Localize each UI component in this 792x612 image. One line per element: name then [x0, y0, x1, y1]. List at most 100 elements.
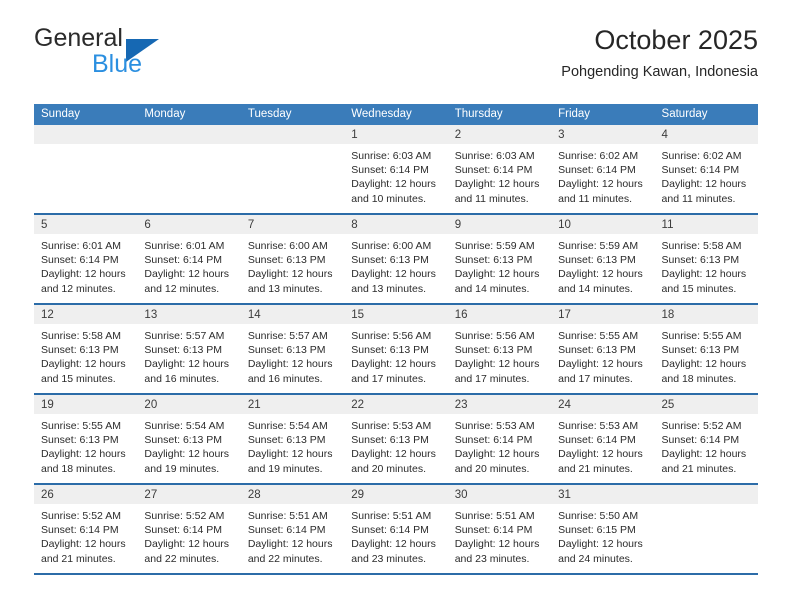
- calendar-day-cell[interactable]: 23 Sunrise: 5:53 AM Sunset: 6:14 PM Dayligh…: [447, 395, 552, 483]
- day-detail-line: Daylight: 12 hours: [661, 358, 747, 371]
- day-details: Sunrise: 5:56 AM Sunset: 6:13 PM Daylight:…: [344, 324, 447, 386]
- calendar-day-cell[interactable]: 21 Sunrise: 5:54 AM Sunset: 6:13 PM Dayligh…: [240, 395, 345, 483]
- day-detail-line: Sunrise: 5:52 AM: [661, 420, 742, 432]
- day-number-band: 24: [551, 395, 655, 414]
- day-number-band: 19: [34, 395, 138, 414]
- calendar-day-cell[interactable]: 10 Sunrise: 5:59 AM Sunset: 6:13 PM Dayligh…: [551, 215, 655, 303]
- calendar-day-cell[interactable]: 12 Sunrise: 5:58 AM Sunset: 6:13 PM Dayligh…: [34, 305, 138, 393]
- calendar-week-row: 19 Sunrise: 5:55 AM Sunset: 6:13 PM Dayligh…: [34, 395, 758, 485]
- day-number: 2: [454, 129, 462, 141]
- calendar-day-cell[interactable]: 28 Sunrise: 5:51 AM Sunset: 6:14 PM Dayligh…: [240, 485, 345, 573]
- calendar-day-cell[interactable]: 7 Sunrise: 6:00 AM Sunset: 6:13 PM Daylight…: [240, 215, 345, 303]
- day-detail-line: Daylight: 12 hours: [454, 178, 540, 191]
- day-detail-line: Daylight: 12 hours: [41, 358, 126, 371]
- calendar-day-cell[interactable]: 14 Sunrise: 5:57 AM Sunset: 6:13 PM Dayligh…: [240, 305, 345, 393]
- calendar-day-cell[interactable]: 27 Sunrise: 5:52 AM Sunset: 6:14 PM Dayligh…: [137, 485, 241, 573]
- calendar-day-cell[interactable]: 11 Sunrise: 5:58 AM Sunset: 6:13 PM Dayligh…: [654, 215, 758, 303]
- day-detail-line: Daylight: 12 hours: [351, 268, 436, 281]
- day-detail-line: Sunset: 6:13 PM: [247, 434, 326, 447]
- day-detail-line: Sunset: 6:14 PM: [144, 524, 223, 537]
- day-detail-line: Sunrise: 6:02 AM: [558, 150, 639, 162]
- day-number: 9: [454, 219, 462, 231]
- calendar-day-cell[interactable]: 1 Sunrise: 6:03 AM Sunset: 6:14 PM Daylight…: [344, 125, 448, 213]
- day-number: 3: [558, 129, 565, 141]
- weekday-header-sunday: Sunday: [41, 108, 81, 120]
- day-number: 10: [558, 219, 571, 231]
- calendar-day-cell[interactable]: 31 Sunrise: 5:50 AM Sunset: 6:15 PM Dayligh…: [551, 485, 655, 573]
- day-detail-line: and 20 minutes.: [351, 462, 426, 475]
- day-detail-line: and 16 minutes.: [247, 372, 323, 385]
- calendar-day-cell[interactable]: 9 Sunrise: 5:59 AM Sunset: 6:13 PM Daylight…: [447, 215, 552, 303]
- calendar-day-cell[interactable]: 15 Sunrise: 5:56 AM Sunset: 6:13 PM Dayligh…: [344, 305, 448, 393]
- day-number: 17: [558, 309, 571, 321]
- day-detail-line: Sunrise: 5:53 AM: [351, 420, 432, 432]
- day-details: [241, 144, 344, 149]
- day-number: 25: [661, 399, 675, 411]
- day-detail-line: Daylight: 12 hours: [661, 448, 747, 461]
- logo-text-blue: Blue: [92, 50, 143, 78]
- calendar-day-cell[interactable]: 20 Sunrise: 5:54 AM Sunset: 6:13 PM Dayligh…: [137, 395, 241, 483]
- day-number: 12: [41, 309, 54, 321]
- day-detail-line: Daylight: 12 hours: [41, 448, 126, 461]
- day-number-band: 17: [551, 305, 655, 324]
- calendar-day-cell[interactable]: 29 Sunrise: 5:51 AM Sunset: 6:14 PM Dayligh…: [344, 485, 448, 573]
- day-detail-line: Daylight: 12 hours: [558, 358, 643, 371]
- calendar-day-cell[interactable]: 4 Sunrise: 6:02 AM Sunset: 6:14 PM Daylight…: [654, 125, 758, 213]
- day-detail-line: Sunrise: 5:52 AM: [144, 510, 225, 522]
- calendar-day-cell[interactable]: 25 Sunrise: 5:52 AM Sunset: 6:14 PM Dayligh…: [654, 395, 758, 483]
- calendar-day-cell[interactable]: 22 Sunrise: 5:53 AM Sunset: 6:13 PM Dayligh…: [344, 395, 448, 483]
- calendar-day-cell[interactable]: 6 Sunrise: 6:01 AM Sunset: 6:14 PM Daylight…: [137, 215, 241, 303]
- day-number: 7: [247, 219, 255, 231]
- day-detail-line: Daylight: 12 hours: [454, 448, 540, 461]
- day-number-band: 23: [447, 395, 552, 414]
- day-detail-line: and 17 minutes.: [454, 372, 530, 385]
- day-number-band: 14: [240, 305, 345, 324]
- day-detail-line: Sunset: 6:13 PM: [247, 254, 326, 267]
- calendar-day-cell-empty: [34, 125, 138, 213]
- calendar-day-cell[interactable]: 18 Sunrise: 5:55 AM Sunset: 6:13 PM Dayligh…: [654, 305, 758, 393]
- day-number: 13: [144, 309, 158, 321]
- calendar-day-cell[interactable]: 17 Sunrise: 5:55 AM Sunset: 6:13 PM Dayligh…: [551, 305, 655, 393]
- day-detail-line: Sunrise: 6:01 AM: [41, 240, 121, 252]
- calendar-day-cell[interactable]: 13 Sunrise: 5:57 AM Sunset: 6:13 PM Dayligh…: [137, 305, 241, 393]
- day-detail-line: Daylight: 12 hours: [247, 268, 333, 281]
- day-number: 14: [247, 309, 261, 321]
- day-number: 8: [351, 219, 358, 231]
- day-detail-line: Sunrise: 5:54 AM: [144, 420, 225, 432]
- day-detail-line: Daylight: 12 hours: [247, 448, 333, 461]
- day-detail-line: Sunrise: 5:52 AM: [41, 510, 121, 522]
- day-detail-line: and 21 minutes.: [661, 462, 737, 475]
- day-number-band: 29: [344, 485, 448, 504]
- day-detail-line: Sunrise: 6:03 AM: [454, 150, 535, 162]
- calendar-day-cell[interactable]: 24 Sunrise: 5:53 AM Sunset: 6:14 PM Dayligh…: [551, 395, 655, 483]
- day-number: 19: [41, 399, 54, 411]
- generalblue-logo[interactable]: General Blue: [34, 26, 234, 86]
- day-detail-line: and 21 minutes.: [558, 462, 633, 475]
- calendar-day-cell[interactable]: 3 Sunrise: 6:02 AM Sunset: 6:14 PM Daylight…: [551, 125, 655, 213]
- day-number-band: 18: [654, 305, 758, 324]
- day-number-band: [654, 485, 758, 504]
- day-details: [137, 144, 240, 149]
- day-number: 21: [247, 399, 261, 411]
- day-details: Sunrise: 6:01 AM Sunset: 6:14 PM Daylight:…: [34, 234, 137, 296]
- calendar-day-cell[interactable]: 26 Sunrise: 5:52 AM Sunset: 6:14 PM Dayligh…: [34, 485, 138, 573]
- day-number: 6: [144, 219, 151, 231]
- day-details: Sunrise: 5:54 AM Sunset: 6:13 PM Daylight:…: [241, 414, 344, 476]
- calendar-day-cell[interactable]: 8 Sunrise: 6:00 AM Sunset: 6:13 PM Daylight…: [344, 215, 448, 303]
- day-detail-line: Sunrise: 6:02 AM: [661, 150, 742, 162]
- day-details: Sunrise: 5:59 AM Sunset: 6:13 PM Daylight:…: [551, 234, 654, 296]
- day-detail-line: and 24 minutes.: [558, 552, 633, 565]
- day-detail-line: Sunset: 6:14 PM: [661, 164, 740, 177]
- day-details: Sunrise: 6:02 AM Sunset: 6:14 PM Daylight:…: [551, 144, 654, 206]
- day-detail-line: Sunset: 6:13 PM: [247, 344, 326, 357]
- day-detail-line: and 13 minutes.: [351, 282, 426, 295]
- calendar-day-cell[interactable]: 30 Sunrise: 5:51 AM Sunset: 6:14 PM Dayligh…: [447, 485, 552, 573]
- calendar-day-cell[interactable]: 2 Sunrise: 6:03 AM Sunset: 6:14 PM Daylight…: [447, 125, 552, 213]
- calendar-day-cell[interactable]: 19 Sunrise: 5:55 AM Sunset: 6:13 PM Dayligh…: [34, 395, 138, 483]
- calendar-day-cell[interactable]: 16 Sunrise: 5:56 AM Sunset: 6:13 PM Dayligh…: [447, 305, 552, 393]
- calendar-day-cell[interactable]: 5 Sunrise: 6:01 AM Sunset: 6:14 PM Daylight…: [34, 215, 138, 303]
- day-detail-line: Daylight: 12 hours: [558, 448, 643, 461]
- day-detail-line: Daylight: 12 hours: [661, 178, 747, 191]
- day-details: Sunrise: 5:58 AM Sunset: 6:13 PM Daylight:…: [34, 324, 137, 386]
- weekday-header-tuesday: Tuesday: [247, 108, 292, 120]
